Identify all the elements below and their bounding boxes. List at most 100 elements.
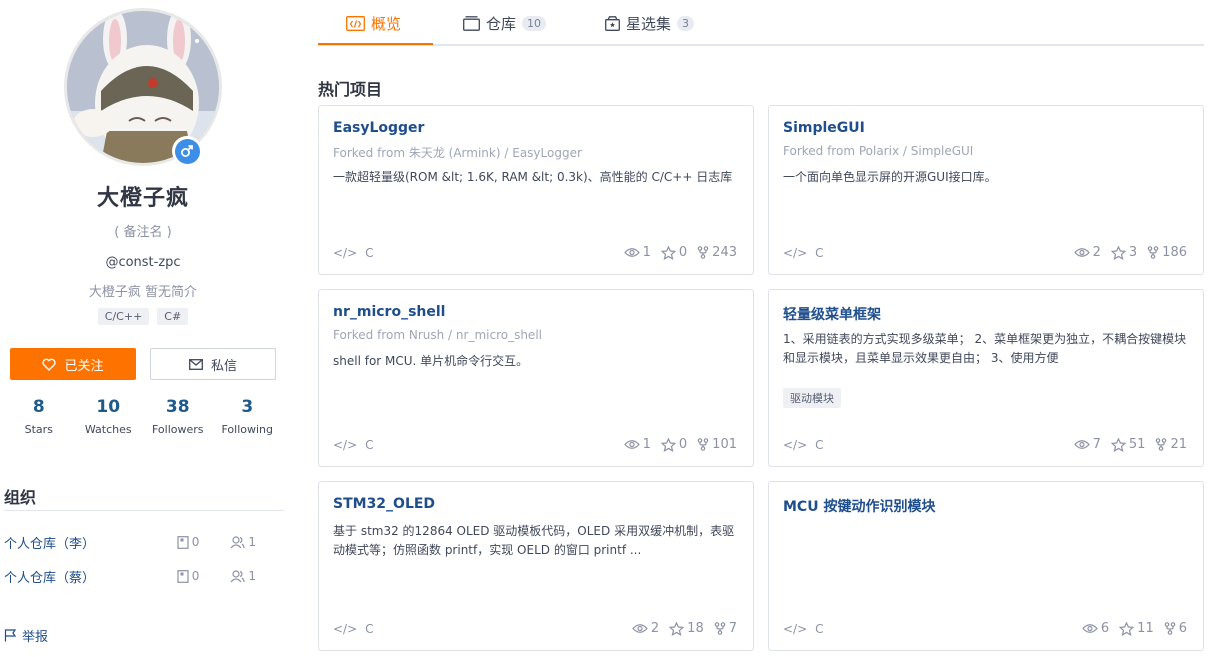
fork-repo-link[interactable]: / nr_micro_shell [448,328,542,342]
stat-following[interactable]: 3 Following [213,396,283,436]
forked-from-prefix: Forked from [333,328,406,342]
star-count-value: 11 [1137,621,1154,636]
forked-from: Forked from Nrush / nr_micro_shell [333,328,542,342]
project-metrics: 1 0 243 [623,245,737,260]
star-count[interactable]: 0 [660,245,688,260]
star-count-value: 3 [1128,245,1138,260]
org-member-count-value: 1 [248,535,257,549]
fork-owner-link[interactable]: Nrush [409,328,444,342]
eye-icon [1082,624,1098,633]
org-item: 个人仓库（蔡） 0 1 [4,566,284,586]
org-name-link[interactable]: 个人仓库（蔡） [4,567,177,586]
code-icon: </> [783,246,808,260]
code-icon: </> [333,246,358,260]
fork-count[interactable]: 6 [1164,621,1187,636]
repo-icon [177,569,189,583]
active-tab-indicator [318,43,433,45]
star-icon [660,437,676,452]
org-repo-count: 0 [177,569,231,583]
fork-repo-link[interactable]: / SimpleGUI [903,144,973,158]
star-count-value: 0 [678,245,688,260]
project-title-link[interactable]: SimpleGUI [783,120,865,136]
watch-count[interactable]: 6 [1082,621,1109,636]
fork-owner-link[interactable]: 朱天龙 (Armink) [409,146,501,160]
user-handle: @const-zpc [105,255,181,270]
org-repo-count-value: 0 [191,569,200,583]
tab-overview[interactable]: 概览 [346,0,401,46]
watch-count[interactable]: 1 [623,245,651,260]
project-language: </> C [333,246,374,260]
star-count[interactable]: 51 [1110,437,1145,452]
star-count[interactable]: 0 [660,437,687,452]
fork-count[interactable]: 186 [1147,245,1187,260]
eye-icon [623,440,640,449]
project-topic-tag[interactable]: 驱动模块 [783,388,841,408]
watch-count-value: 1 [642,437,651,452]
fork-count[interactable]: 101 [697,437,737,452]
star-count[interactable]: 18 [669,621,704,636]
star-count[interactable]: 3 [1110,245,1138,260]
project-language: </> C [783,438,824,452]
project-card: EasyLogger Forked from 朱天龙 (Armink) / Ea… [318,105,754,275]
stat-value: 8 [32,397,45,417]
divider [4,510,284,511]
watch-count[interactable]: 7 [1073,437,1101,452]
project-metrics: 2 3 186 [1073,245,1187,260]
user-bio: 大橙子疯 暂无简介 [88,285,198,300]
language-tag[interactable]: C/C++ [97,308,150,325]
watch-count[interactable]: 2 [1073,245,1101,260]
flag-icon [4,629,17,642]
tab-collections[interactable]: 星选集 3 [605,0,695,46]
project-language-label: C [365,438,374,452]
language-tag[interactable]: C# [157,308,189,325]
fork-owner-link[interactable]: Polarix [859,144,899,158]
stat-watches[interactable]: 10 Watches [74,396,144,436]
star-count-value: 18 [687,621,704,636]
project-title-link[interactable]: 轻量级菜单框架 [783,304,881,324]
star-icon [1110,245,1126,260]
gender-badge [172,136,202,166]
avatar-container [64,8,222,166]
repository-icon [463,15,480,31]
star-icon [669,621,685,636]
star-count[interactable]: 11 [1119,621,1154,636]
watch-count[interactable]: 2 [632,621,659,636]
male-icon [174,138,200,164]
project-title-link[interactable]: nr_micro_shell [333,304,445,320]
forked-from-prefix: Forked from [783,144,856,158]
tab-count-badge: 10 [522,15,547,31]
project-description: 1、采用链表的方式实现多级菜单； 2、菜单框架更为独立，不耦合按键模块和显示模块… [783,332,1187,365]
heart-icon [42,358,57,371]
stat-followers[interactable]: 38 Followers [143,396,213,436]
remark-name[interactable]: ( 备注名 ) [0,221,286,240]
orgs-heading: 组织 [4,488,37,507]
watch-count-value: 2 [650,621,660,636]
report-link[interactable]: 举报 [4,626,48,645]
star-icon [1110,437,1126,452]
fork-icon [697,246,709,259]
fork-count[interactable]: 21 [1155,437,1187,452]
project-title-link[interactable]: STM32_OLED [333,496,435,512]
stat-stars[interactable]: 8 Stars [4,396,74,436]
project-card: STM32_OLED 基于 stm32 的12864 OLED 驱动模板代码，O… [318,481,754,651]
eye-icon [632,624,648,633]
fork-icon [697,438,709,451]
watch-count[interactable]: 1 [623,437,651,452]
code-window-icon [346,15,365,31]
watch-count-value: 7 [1092,437,1101,452]
project-title-link[interactable]: EasyLogger [333,120,424,136]
profile-sidebar: 大橙子疯 ( 备注名 ) @const-zpc 大橙子疯 暂无简介 C/C++ … [0,0,290,657]
stat-value: 38 [165,397,190,417]
language-tags: C/C++ C# [0,308,286,325]
fork-repo-link[interactable]: / EasyLogger [504,146,582,160]
fork-count[interactable]: 7 [714,621,737,636]
fork-count[interactable]: 243 [697,245,737,260]
fork-count-value: 243 [712,245,737,260]
message-button[interactable]: 私信 [150,348,276,380]
org-name-link[interactable]: 个人仓库（李） [4,533,177,552]
tab-repositories[interactable]: 仓库 10 [463,0,547,46]
project-title-link[interactable]: MCU 按键动作识别模块 [783,496,935,516]
follow-button[interactable]: 已关注 [10,348,136,380]
stat-label: Stars [24,423,53,436]
project-card: nr_micro_shell Forked from Nrush / nr_mi… [318,289,754,467]
